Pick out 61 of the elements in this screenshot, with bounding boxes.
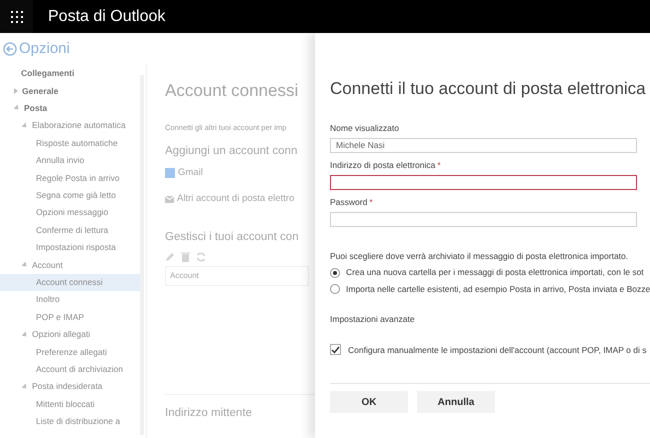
waffle-icon [10,10,22,22]
nav-item[interactable]: Conferme di lettura [0,222,140,239]
google-plus-icon [165,168,175,178]
nav-item[interactable]: Posta [0,100,140,118]
refresh-icon[interactable] [196,252,206,262]
nav-item[interactable]: POP e IMAP [0,308,140,326]
radio-button[interactable] [330,284,340,294]
dialog-button[interactable]: OK [330,391,408,414]
email-account-link[interactable]: Altri account di posta elettro [165,192,315,206]
nav-item[interactable]: Inoltro [0,291,140,308]
field-label: Nome visualizzato [330,122,399,134]
expanded-triangle-icon [21,331,29,338]
radio-option[interactable]: Crea una nuova cartella per i messaggi di posta elettronica importati, con le sot [330,266,650,279]
required-mark: * [437,158,441,172]
section-heading: Indirizzo mittente [165,406,253,421]
nav-item[interactable]: Account connessi [0,274,140,292]
input-field[interactable]: Michele Nasi [330,138,637,152]
nav-item[interactable]: Account [0,256,140,274]
expanded-triangle-icon [13,104,21,112]
expanded-triangle-icon [21,122,29,130]
radio-button[interactable] [330,268,340,278]
nav-item[interactable]: Risposte automatiche [0,134,140,152]
expanded-triangle-icon [21,261,29,269]
expanded-triangle-icon [21,383,29,390]
dialog-button[interactable]: Annulla [417,391,495,414]
checkbox-option[interactable]: Configura manualmente le impostazioni dell'account (account POP, IMAP o di s [330,344,650,356]
radio-option[interactable]: Importa nelle cartelle esistenti, ad esempio Posta in arrivo, Posta inviata e Bozze [330,283,650,296]
app-launcher-button[interactable] [0,0,33,33]
nav-item[interactable]: Elaborazione automatica [0,117,140,135]
collapsed-triangle-icon [14,88,18,94]
input-field[interactable] [330,174,637,190]
nav-item[interactable]: Impostazioni risposta [0,238,140,256]
nav-item[interactable]: Opzioni allegati [0,326,140,344]
nav-item[interactable]: Opzioni messaggio [0,204,140,222]
gmail-link[interactable]: Gmail [165,166,315,180]
nav-item[interactable]: Generale [0,82,140,100]
options-back-link[interactable]: Opzioni [0,33,146,65]
nav-item[interactable]: Segna come già letto [0,186,140,204]
nav-item[interactable]: Posta indesiderata [0,378,140,396]
dialog-title: Connetti il tuo account di posta elettronica [330,78,647,100]
nav-item[interactable]: Liste di distribuzione a [0,412,140,430]
field-label: Password [330,196,368,208]
nav-item[interactable]: Collegamenti [0,65,140,82]
app-title: Posta di Outlook [48,6,166,26]
required-mark: * [369,196,373,208]
page-title: Account connessi [165,80,300,102]
nav-item[interactable]: Annulla invio [0,152,140,170]
field-label: Indirizzo di posta elettronica [330,158,436,172]
storage-question: Puoi scegliere dove verrà archiviato il messaggio di posta elettronica importato. [330,250,630,262]
pencil-icon[interactable] [165,252,175,262]
table-header: Account [165,266,309,286]
nav-item[interactable]: Regole Posta in arrivo [0,169,140,187]
trash-icon[interactable] [181,252,190,262]
advanced-heading: Impostazioni avanzate [330,312,416,326]
envelope-icon [165,196,174,203]
section-heading: Aggiungi un account conn [165,144,298,159]
section-heading: Gestisci i tuoi account con [165,230,300,244]
checkbox[interactable] [330,344,341,356]
nav-item[interactable]: Preferenze allegati [0,343,140,361]
nav-item[interactable]: Account di archiviazion [0,360,140,378]
nav-item[interactable]: Mittenti bloccati [0,395,140,413]
